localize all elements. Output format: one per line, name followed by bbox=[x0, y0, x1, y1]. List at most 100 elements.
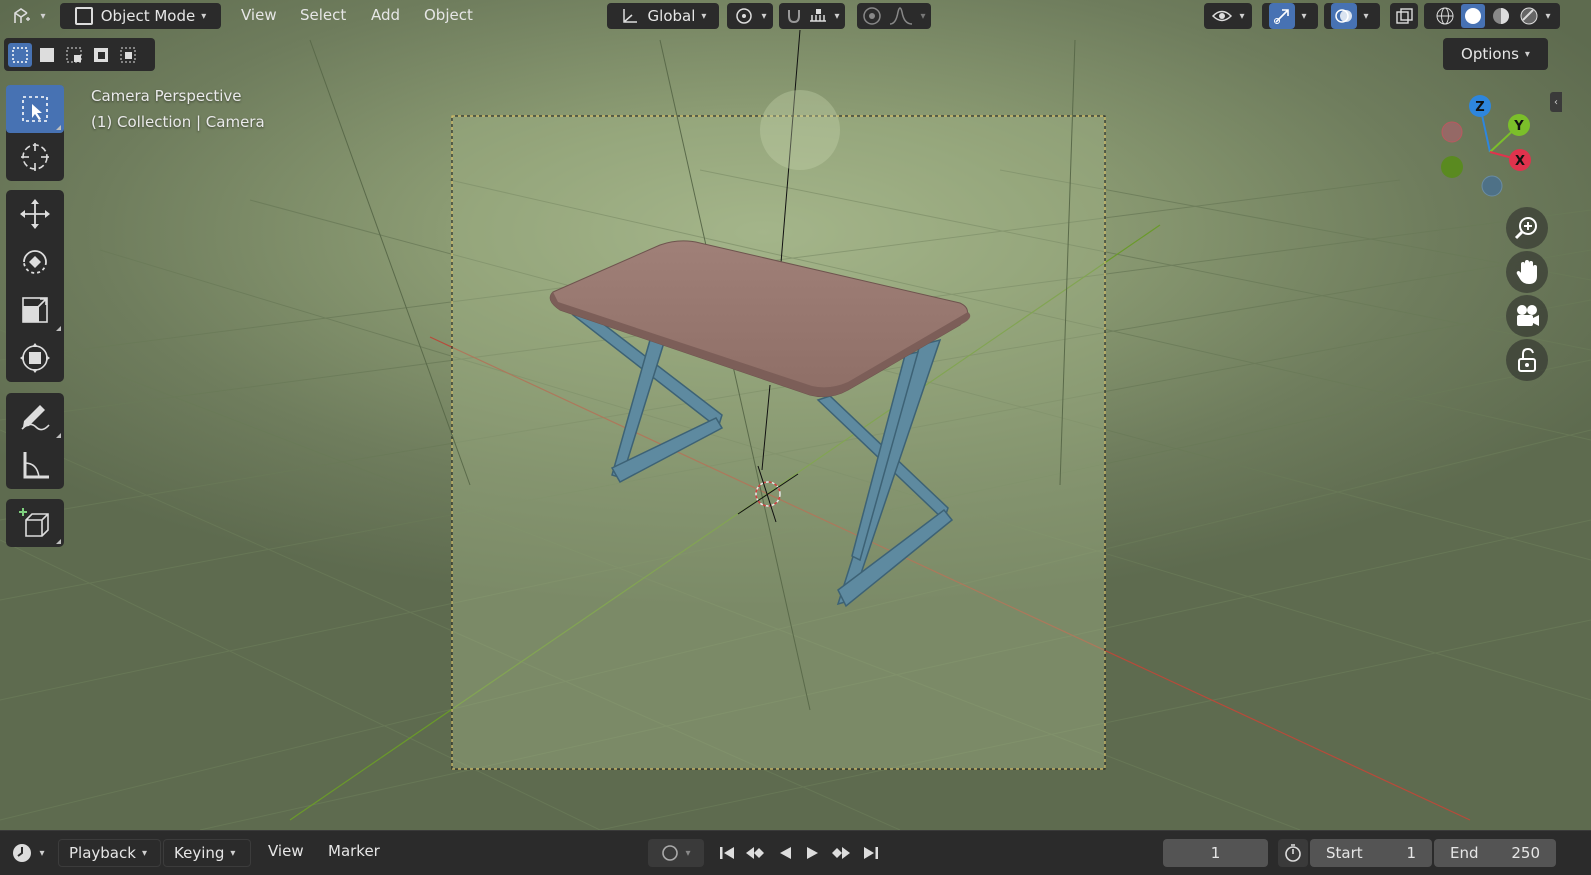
jump-start-button[interactable] bbox=[714, 841, 740, 865]
lock-view-button[interactable] bbox=[1506, 339, 1548, 381]
timeline-editor-type-button[interactable]: ▾ bbox=[6, 839, 50, 867]
measure-tool[interactable] bbox=[6, 441, 64, 489]
select-intersect-icon[interactable] bbox=[116, 43, 140, 67]
select-box-tool[interactable] bbox=[6, 85, 64, 133]
selection-mode-group bbox=[4, 38, 155, 71]
overlay-icon bbox=[1335, 9, 1353, 23]
snap-increment-icon bbox=[810, 9, 827, 22]
start-label: Start bbox=[1326, 844, 1363, 862]
pivot-point-dropdown[interactable]: ▾ bbox=[727, 3, 773, 29]
sidebar-toggle[interactable]: ‹ bbox=[1550, 92, 1562, 112]
pan-button[interactable] bbox=[1506, 251, 1548, 293]
zoom-icon bbox=[1514, 217, 1537, 240]
menu-object[interactable]: Object bbox=[424, 6, 473, 24]
eye-icon bbox=[1212, 10, 1233, 22]
start-value: 1 bbox=[1406, 844, 1416, 862]
3d-viewport[interactable]: ▾ Object Mode ▾ View Select Add Object G… bbox=[0, 0, 1591, 830]
cursor-icon bbox=[21, 143, 49, 171]
zoom-button[interactable] bbox=[1506, 207, 1548, 249]
mode-dropdown[interactable]: Object Mode ▾ bbox=[60, 3, 221, 29]
playback-label: Playback bbox=[69, 844, 136, 862]
select-box-icon bbox=[22, 96, 48, 122]
next-keyframe-button[interactable] bbox=[828, 841, 854, 865]
navigation-gizmo[interactable]: Z Y X bbox=[1440, 92, 1550, 202]
rotate-tool[interactable] bbox=[6, 238, 64, 286]
wireframe-shading-icon[interactable] bbox=[1433, 4, 1457, 28]
current-frame-field[interactable]: 1 bbox=[1163, 839, 1268, 867]
y-axis-label: Y bbox=[1513, 119, 1524, 134]
menu-view[interactable]: View bbox=[241, 6, 277, 24]
scale-tool[interactable] bbox=[6, 286, 64, 334]
select-invert-icon[interactable] bbox=[89, 43, 113, 67]
jump-end-button[interactable] bbox=[858, 841, 884, 865]
menu-add[interactable]: Add bbox=[371, 6, 400, 24]
camera-view-button[interactable] bbox=[1506, 295, 1548, 337]
play-button[interactable] bbox=[800, 841, 826, 865]
transform-icon bbox=[20, 343, 50, 373]
measure-icon bbox=[23, 452, 49, 479]
falloff-curve-icon bbox=[890, 7, 913, 25]
playback-menu[interactable]: Playback ▾ bbox=[58, 839, 161, 867]
move-icon bbox=[20, 199, 50, 229]
end-frame-field[interactable]: End 250 bbox=[1434, 839, 1556, 867]
gizmo-toggle-button[interactable] bbox=[1269, 3, 1296, 29]
rendered-shading-icon[interactable] bbox=[1517, 4, 1541, 28]
end-label: End bbox=[1450, 844, 1479, 862]
material-shading-icon[interactable] bbox=[1489, 4, 1513, 28]
cursor-tool[interactable] bbox=[6, 133, 64, 181]
preview-range-toggle[interactable] bbox=[1278, 839, 1308, 867]
rotate-icon bbox=[23, 250, 47, 274]
timeline-header: ▾ Playback ▾ Keying ▾ View Marker ▾ 1 Star… bbox=[0, 830, 1591, 875]
jump-end-icon bbox=[864, 847, 878, 859]
marker-menu[interactable]: Marker bbox=[328, 842, 380, 860]
timeline-view-menu[interactable]: View bbox=[268, 842, 304, 860]
play-reverse-icon bbox=[780, 847, 791, 859]
add-cube-tool[interactable] bbox=[6, 499, 64, 547]
object-mode-icon bbox=[74, 7, 93, 25]
next-keyframe-icon bbox=[832, 847, 850, 859]
editor-type-icon bbox=[14, 8, 31, 23]
options-label: Options bbox=[1461, 45, 1519, 63]
viewport-header: ▾ Object Mode ▾ View Select Add Object G… bbox=[0, 0, 1591, 32]
camera-frame bbox=[451, 115, 1106, 770]
editor-type-button[interactable]: ▾ bbox=[6, 3, 52, 29]
select-new-icon[interactable] bbox=[8, 42, 32, 67]
z-axis-label: Z bbox=[1475, 100, 1484, 115]
overlay-toggle-group[interactable]: ▾ bbox=[1324, 3, 1380, 29]
prev-keyframe-button[interactable] bbox=[742, 841, 768, 865]
mode-label: Object Mode bbox=[100, 7, 196, 25]
solid-shading-icon[interactable] bbox=[1461, 4, 1486, 28]
overlay-toggle-button[interactable] bbox=[1331, 3, 1358, 29]
move-tool[interactable] bbox=[6, 190, 64, 238]
add-cube-icon bbox=[19, 508, 49, 537]
current-frame-value: 1 bbox=[1210, 844, 1221, 862]
play-icon bbox=[807, 847, 818, 859]
play-reverse-button[interactable] bbox=[772, 841, 798, 865]
annotate-tool[interactable] bbox=[6, 393, 64, 441]
select-subtract-icon[interactable] bbox=[62, 43, 86, 67]
transform-orientation-dropdown[interactable]: Global ▾ bbox=[607, 3, 719, 29]
auto-keying-toggle[interactable]: ▾ bbox=[648, 839, 704, 867]
record-icon bbox=[662, 845, 679, 861]
visibility-dropdown[interactable]: ▾ bbox=[1204, 3, 1252, 29]
snap-group[interactable]: ▾ bbox=[779, 3, 845, 29]
select-extend-icon[interactable] bbox=[35, 43, 59, 67]
view-name-label: Camera Perspective bbox=[91, 87, 242, 105]
gizmo-icon bbox=[1274, 9, 1290, 24]
collection-label: (1) Collection | Camera bbox=[91, 113, 265, 131]
options-dropdown[interactable]: Options ▾ bbox=[1443, 38, 1548, 70]
keying-menu[interactable]: Keying ▾ bbox=[163, 839, 251, 867]
orientation-axes-icon bbox=[622, 9, 637, 23]
select-tool-group bbox=[6, 85, 64, 181]
transform-tool[interactable] bbox=[6, 334, 64, 382]
xray-toggle[interactable] bbox=[1390, 3, 1418, 29]
scale-icon bbox=[22, 297, 48, 323]
neg-y-axis-dot bbox=[1441, 156, 1463, 178]
start-frame-field[interactable]: Start 1 bbox=[1310, 839, 1432, 867]
menu-select[interactable]: Select bbox=[300, 6, 346, 24]
gizmo-toggle-group[interactable]: ▾ bbox=[1262, 3, 1318, 29]
lock-icon bbox=[1518, 347, 1536, 372]
shading-mode-group[interactable]: ▾ bbox=[1424, 3, 1560, 29]
stopwatch-icon bbox=[1285, 844, 1301, 862]
proportional-editing-group[interactable]: ▾ bbox=[857, 3, 931, 29]
